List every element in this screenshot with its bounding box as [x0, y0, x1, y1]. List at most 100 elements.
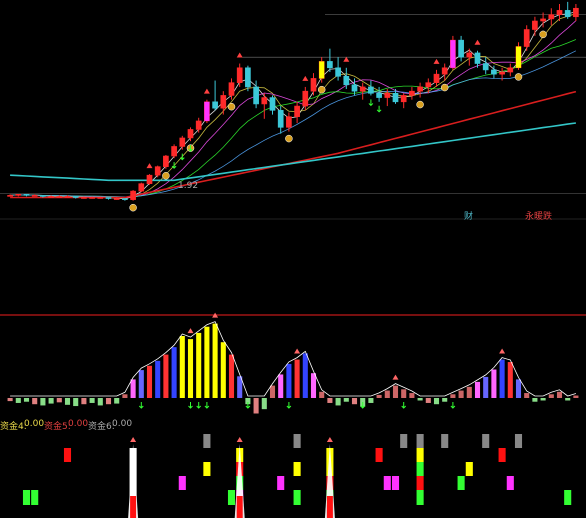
oscillator-bar — [417, 398, 423, 401]
oscillator-line — [10, 321, 577, 397]
candle-body — [56, 196, 63, 198]
oscillator-bar — [351, 398, 358, 405]
candle-body — [327, 61, 333, 69]
diamond-marker-icon — [146, 163, 153, 169]
gold-coin-icon — [317, 85, 326, 94]
fund-signal-block — [391, 476, 400, 490]
fund-signal-block — [277, 476, 285, 490]
oscillator-bar — [294, 359, 300, 398]
candle-body — [154, 166, 161, 176]
candle-body — [212, 101, 218, 109]
oscillator-bar — [7, 398, 13, 402]
fund-signal-block — [564, 490, 572, 505]
fund-signal-block — [416, 476, 424, 490]
moving-average-line — [10, 20, 577, 199]
oscillator-bar — [556, 391, 563, 398]
candle-body — [368, 86, 374, 94]
fund-signal-block — [203, 462, 211, 476]
buy-arrow-icon — [171, 162, 177, 169]
fund-signal-block — [441, 434, 449, 448]
oscillator-bar — [442, 398, 448, 402]
candle-body — [163, 155, 169, 167]
candle-body — [130, 190, 136, 200]
oscillator-bar — [220, 342, 226, 398]
fund-signal-block — [457, 476, 465, 490]
oscillator-bar — [15, 398, 21, 403]
candle-body — [425, 82, 432, 88]
oscillator-bar — [343, 398, 349, 402]
highlight-candle — [319, 61, 325, 79]
candle-body — [245, 67, 251, 88]
legend-label-2: 永暖跌 — [525, 212, 553, 222]
gold-coin-icon — [440, 83, 449, 92]
buy-arrow-icon — [188, 402, 193, 409]
diamond-marker-icon — [294, 348, 301, 354]
diamond-marker-icon — [474, 39, 481, 45]
candle-body — [138, 183, 145, 192]
candle-body — [532, 20, 538, 30]
oscillator-bar — [483, 376, 489, 398]
oscillator-bar — [163, 354, 169, 398]
oscillator-bar — [269, 385, 276, 398]
candle-body — [146, 174, 153, 184]
oscillator-bar — [409, 393, 415, 398]
oscillator-bar — [327, 398, 333, 403]
oscillator-bar — [425, 398, 431, 403]
buy-arrow-icon — [196, 402, 202, 409]
oscillator-bar — [114, 398, 120, 404]
candle-body — [294, 105, 300, 117]
oscillator-bar — [302, 353, 308, 398]
fund4-value: 0.00 — [24, 419, 45, 429]
candle-body — [417, 86, 423, 92]
candle-body — [441, 67, 448, 75]
oscillator-bar — [335, 398, 341, 406]
diamond-marker-icon — [130, 437, 137, 442]
fund-signal-block — [506, 476, 514, 490]
candle-body — [220, 95, 227, 109]
oscillator-bar — [73, 398, 79, 407]
oscillator-bar — [138, 370, 144, 398]
fund-signal-block — [416, 448, 424, 462]
oscillator-bar — [130, 379, 136, 398]
oscillator-bar — [97, 398, 103, 406]
oscillator-bar — [310, 373, 317, 398]
fund6-value: 0.00 — [112, 419, 133, 429]
candle-body — [400, 95, 407, 103]
oscillator-bar — [384, 390, 390, 398]
oscillator-bar — [105, 398, 112, 405]
oscillator-bar — [458, 390, 464, 398]
diamond-marker-icon — [499, 348, 506, 354]
diamond-marker-icon — [433, 58, 440, 64]
fund-signal-block — [326, 496, 333, 518]
highlight-candle — [450, 40, 456, 68]
oscillator-bar — [64, 398, 71, 405]
oscillator-bar — [179, 336, 185, 398]
candle-body — [302, 90, 309, 107]
diamond-marker-icon — [236, 437, 243, 442]
candle-body — [40, 195, 46, 197]
candle-body — [482, 63, 489, 71]
candle-body — [253, 86, 259, 105]
oscillator-bar — [491, 369, 497, 398]
candle-body — [359, 86, 366, 92]
candle-body — [392, 93, 399, 103]
buy-arrow-icon — [286, 402, 292, 409]
candle-body — [277, 110, 284, 128]
candle-body — [105, 197, 112, 199]
oscillator-bar — [515, 379, 522, 398]
oscillator-bar — [474, 381, 481, 398]
oscillator-bar — [187, 339, 194, 398]
oscillator-bar — [499, 359, 505, 398]
candle-body — [195, 120, 202, 130]
diamond-marker-icon — [392, 374, 399, 380]
candle-body — [474, 52, 481, 64]
candle-body — [7, 195, 13, 197]
oscillator-bar — [376, 394, 382, 398]
candle-body — [491, 69, 497, 75]
candle-body — [23, 194, 30, 196]
diamond-marker-icon — [302, 75, 309, 81]
fund6-label: 资金6: — [88, 422, 115, 432]
fund-signal-block — [293, 462, 301, 476]
buy-arrow-icon — [376, 105, 382, 113]
oscillator-bar — [433, 398, 440, 405]
